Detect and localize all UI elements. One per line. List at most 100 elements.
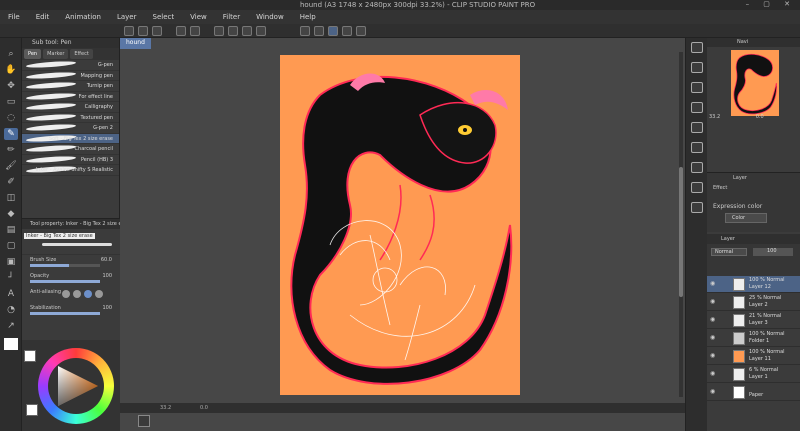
visibility-eye-icon[interactable]: ◉ (710, 280, 715, 287)
brush-tool-icon[interactable]: 🖌 (4, 160, 18, 172)
ruler-icon[interactable] (314, 26, 324, 36)
visibility-eye-icon[interactable]: ◉ (710, 316, 715, 323)
stabilization-row[interactable]: Stabilization 100 (22, 303, 120, 319)
menu-view[interactable]: View (190, 13, 207, 21)
layer-row[interactable]: ◉ 100 % Normal Layer 11 (707, 348, 800, 365)
item-bank-icon[interactable] (691, 82, 703, 93)
navigator-angle-value[interactable]: 0.0 (756, 114, 764, 120)
eraser-tool-icon[interactable]: ◫ (4, 192, 18, 204)
stabilization-value[interactable]: 100 (102, 305, 112, 311)
menu-window[interactable]: Window (256, 13, 284, 21)
brush-size-value[interactable]: 60.0 (101, 257, 112, 263)
pen-mode-icon[interactable] (328, 26, 338, 36)
figure-tool-icon[interactable]: ▢ (4, 240, 18, 252)
layer-row-folder[interactable]: ◉ 100 % Normal Folder 1 (707, 330, 800, 347)
menu-edit[interactable]: Edit (36, 13, 50, 21)
brush-size-slider[interactable] (30, 264, 100, 267)
stabilization-slider[interactable] (30, 312, 100, 315)
visibility-eye-icon[interactable]: ◉ (710, 298, 715, 305)
sub-view-icon[interactable] (691, 62, 703, 73)
brush-item[interactable]: Calligraphy (22, 102, 119, 113)
menu-help[interactable]: Help (300, 13, 316, 21)
brush-item[interactable]: Textured pen (22, 112, 119, 123)
opacity-value[interactable]: 100 (102, 273, 112, 279)
snap-icon[interactable] (300, 26, 310, 36)
anti-aliasing-options[interactable] (62, 290, 103, 298)
brush-size-row[interactable]: Brush Size 60.0 (22, 255, 120, 271)
auto-actions-icon[interactable] (691, 142, 703, 153)
deselect-icon[interactable] (256, 26, 266, 36)
subtool-tab-pen[interactable]: Pen (24, 49, 42, 59)
pencil-tool-icon[interactable]: ✏ (4, 144, 18, 156)
menu-select[interactable]: Select (153, 13, 175, 21)
document-tab[interactable]: hound (120, 38, 151, 49)
material-icon[interactable] (691, 102, 703, 113)
navigator-thumbnail[interactable] (731, 50, 779, 116)
subtool-tab-marker[interactable]: Marker (43, 49, 69, 59)
perspective-icon[interactable] (356, 26, 366, 36)
subtool-tab-effect[interactable]: Effect (70, 49, 93, 59)
visibility-eye-icon[interactable]: ◉ (710, 370, 715, 377)
undo-icon[interactable] (176, 26, 186, 36)
layer-row[interactable]: ◉ 25 % Normal Layer 2 (707, 294, 800, 311)
zoom-value[interactable]: 33.2 (160, 405, 171, 411)
layer-row[interactable]: ◉ 21 % Normal Layer 3 (707, 312, 800, 329)
brush-item[interactable]: Mapping pen (22, 70, 119, 81)
brush-item[interactable]: Charcoal pencil (22, 144, 119, 155)
canvas-vertical-scrollbar[interactable] (679, 52, 683, 397)
redo-icon[interactable] (190, 26, 200, 36)
line-correction-tool-icon[interactable]: ↗ (4, 320, 18, 332)
visibility-eye-icon[interactable]: ◉ (710, 334, 715, 341)
visibility-eye-icon[interactable]: ◉ (710, 388, 715, 395)
blend-mode-select[interactable]: Normal (711, 248, 747, 256)
save-icon[interactable] (152, 26, 162, 36)
balloon-tool-icon[interactable]: ◔ (4, 304, 18, 316)
brush-item[interactable]: For effect line (22, 91, 119, 102)
layer-row[interactable]: ◉ 100 % Normal Layer 12 (707, 276, 800, 293)
brush-item[interactable]: G-pen (22, 60, 119, 71)
airbrush-tool-icon[interactable]: ✐ (4, 176, 18, 188)
history-icon[interactable] (691, 122, 703, 133)
menu-filter[interactable]: Filter (223, 13, 240, 21)
animation-cels-icon[interactable] (691, 182, 703, 193)
layer-row[interactable]: ◉ 6 % Normal Layer 1 (707, 366, 800, 383)
scroll-thumb[interactable] (679, 167, 683, 297)
layer-opacity-value[interactable]: 100 (767, 248, 777, 254)
lasso-tool-icon[interactable]: ◌ (4, 112, 18, 124)
visibility-eye-icon[interactable]: ◉ (710, 352, 715, 359)
aa-strong[interactable] (95, 290, 103, 298)
window-controls[interactable]: – ▢ ✕ (746, 0, 796, 8)
menu-animation[interactable]: Animation (65, 13, 101, 21)
move-tool-icon[interactable]: ✥ (4, 80, 18, 92)
color-triangle[interactable] (48, 358, 104, 414)
main-color-swatch[interactable] (24, 350, 36, 362)
brush-item[interactable]: Turnip pen (22, 81, 119, 92)
brush-item[interactable]: G-pen 2 (22, 123, 119, 134)
navigator-zoom-value[interactable]: 33.2 (709, 114, 720, 120)
timeline-icon[interactable] (691, 202, 703, 213)
grid-icon[interactable] (342, 26, 352, 36)
expression-color-select[interactable]: Color (725, 213, 767, 223)
text-tool-icon[interactable]: A (4, 288, 18, 300)
frame-tool-icon[interactable]: ▣ (4, 256, 18, 268)
brush-item[interactable]: Pencil (HB) 3 (22, 154, 119, 165)
new-file-icon[interactable] (124, 26, 134, 36)
layer-row-paper[interactable]: ◉ Paper (707, 384, 800, 401)
fill-tool-icon[interactable]: ◆ (4, 208, 18, 220)
navigator-toggle-button[interactable] (138, 415, 150, 427)
brush-item[interactable]: Inker - Avalee Shifty S Realistic (22, 165, 119, 176)
pen-tool-icon[interactable]: ✎ (4, 128, 18, 140)
hand-tool-icon[interactable]: ✋ (4, 64, 18, 76)
gradient-tool-icon[interactable]: ▤ (4, 224, 18, 236)
transform-icon[interactable] (242, 26, 252, 36)
clear-icon[interactable] (214, 26, 224, 36)
sub-color-swatch[interactable] (26, 404, 38, 416)
opacity-slider[interactable] (30, 280, 100, 283)
main-color-swatch[interactable] (4, 338, 18, 350)
color-wheel[interactable] (38, 348, 114, 424)
ruler-tool-icon[interactable]: ┘ (4, 272, 18, 284)
menu-file[interactable]: File (8, 13, 20, 21)
open-icon[interactable] (138, 26, 148, 36)
rotation-value[interactable]: 0.0 (200, 405, 208, 411)
navigator-icon[interactable] (691, 42, 703, 53)
